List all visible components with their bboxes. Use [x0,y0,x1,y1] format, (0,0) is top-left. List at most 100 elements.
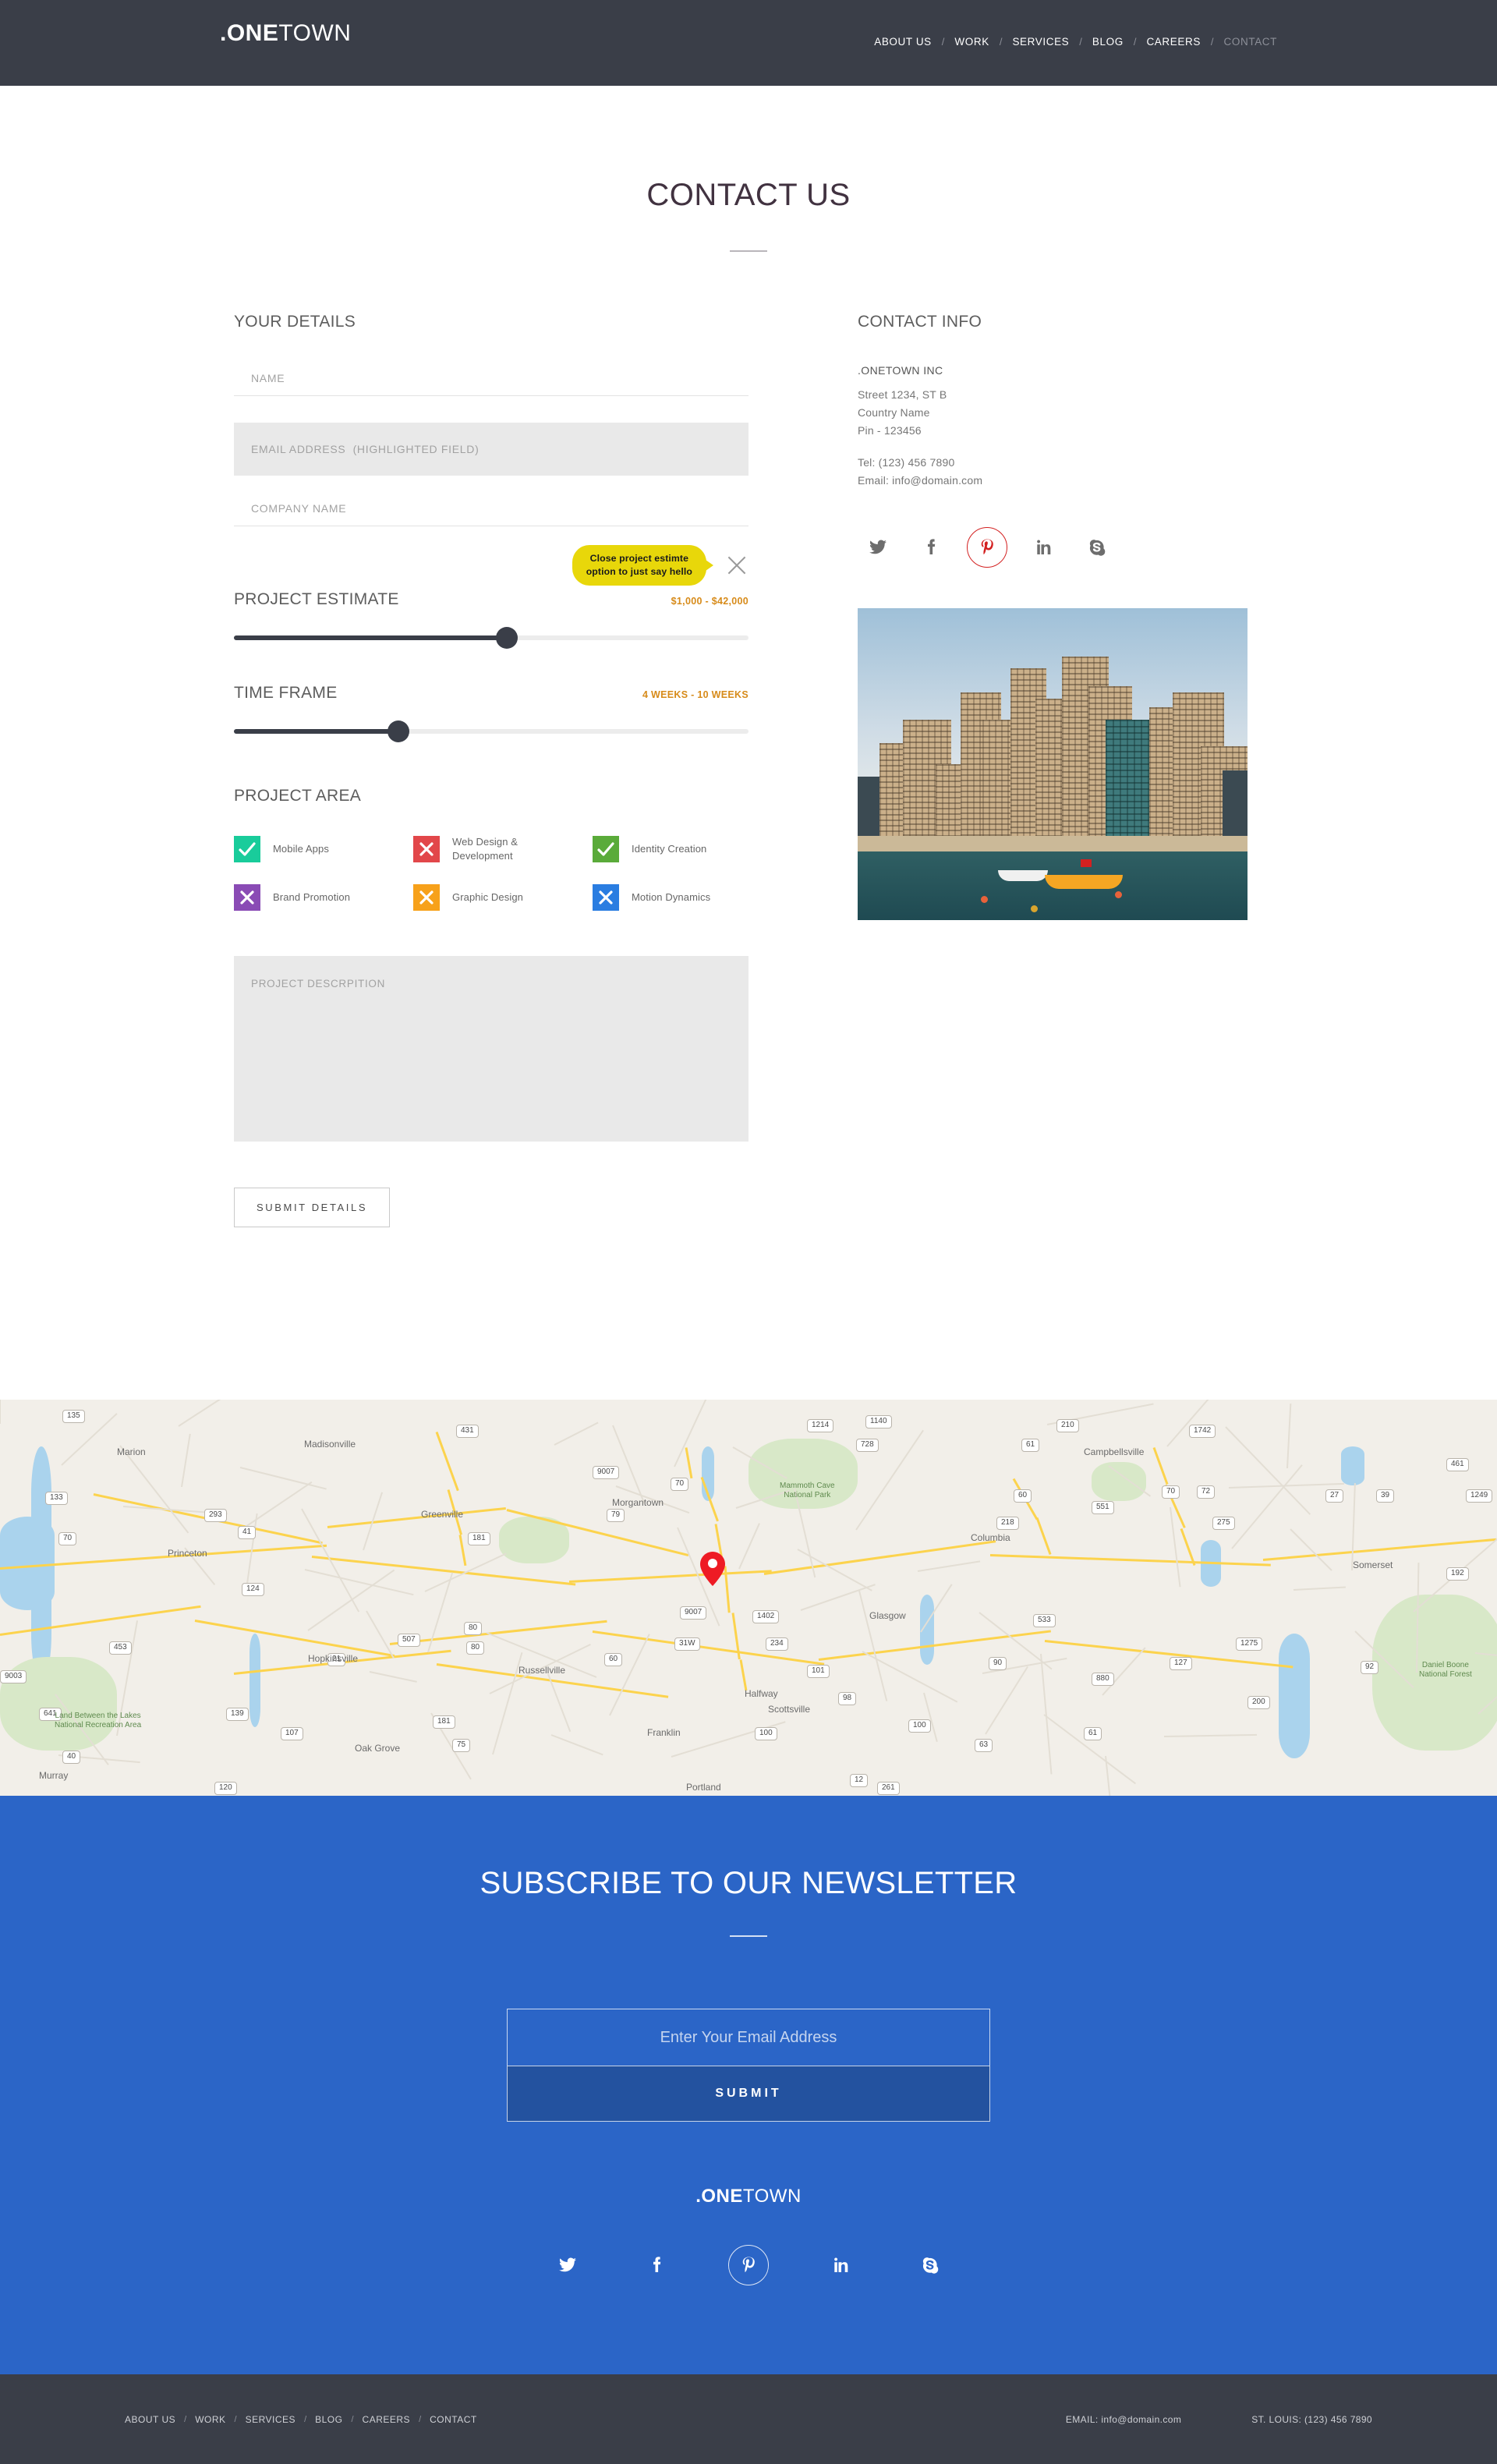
cross-icon[interactable] [413,835,440,862]
project-estimate-label: PROJECT ESTIMATE [234,590,399,608]
submit-details-button[interactable]: SUBMIT DETAILS [234,1188,391,1228]
project-estimate-fill [234,635,507,640]
check-icon[interactable] [593,835,619,862]
map-road [1286,1404,1292,1469]
map-route-shield: 1742 [1189,1425,1216,1438]
project-area-option[interactable]: Web Design & Development [413,835,593,862]
newsletter-title: SUBSCRIBE TO OUR NEWSLETTER [480,1866,1017,1900]
cross-icon[interactable] [593,884,619,912]
map-route-shield: 100 [908,1719,931,1733]
pinterest-icon[interactable] [967,527,1007,568]
footer-nav-item-careers[interactable]: CAREERS [363,2414,411,2425]
check-icon[interactable] [234,835,260,862]
map-route-shield: 551 [1092,1501,1114,1514]
email-input[interactable] [234,423,748,476]
project-area-label: Motion Dynamics [632,891,711,904]
footer-bar: ABOUT US / WORK / SERVICES / BLOG / CAREERS / CONT… [0,2374,1497,2464]
name-input[interactable] [234,364,748,396]
footer-nav-item-services[interactable]: SERVICES [246,2414,296,2425]
linkedin-icon[interactable] [1021,527,1062,568]
map-route-shield: 100 [755,1727,777,1740]
nav-item-services[interactable]: SERVICES [1012,36,1069,48]
pinterest-icon[interactable] [728,2245,769,2285]
project-description-input[interactable] [234,956,748,1142]
map-city-label: Portland [686,1782,721,1793]
map-park-label: Mammoth Cave National Park [780,1482,835,1499]
nav-item-blog[interactable]: BLOG [1092,36,1124,48]
map-route-shield: 9007 [680,1606,707,1620]
map-road [923,1692,938,1743]
map-route-shield: 60 [1014,1489,1032,1503]
contact-info-column: CONTACT INFO .ONETOWN INC Street 1234, S… [858,313,1263,1227]
map-route-shield: 107 [281,1727,303,1740]
map-marker-icon[interactable] [700,1552,725,1586]
newsletter-divider [730,1935,767,1937]
linkedin-icon[interactable] [819,2245,859,2285]
map-route-shield: 1275 [1236,1637,1263,1651]
map-route-shield: 1214 [807,1419,834,1432]
nav-item-contact[interactable]: CONTACT [1224,36,1277,48]
project-area-label: Mobile Apps [273,842,329,855]
location-map[interactable]: 135 133 431 293 70 41 181 79 9007 70 1214 1140 728 61… [0,1400,1497,1796]
site-logo[interactable]: .ONETOWN [220,20,351,47]
map-city-label: Hopkinsville [308,1653,359,1664]
map-route-shield: 61 [1021,1439,1040,1452]
skype-icon[interactable] [909,2245,950,2285]
map-route-shield: 80 [464,1622,483,1635]
facebook-icon[interactable] [912,527,953,568]
time-frame-handle[interactable] [388,720,410,742]
twitter-icon[interactable] [858,527,898,568]
map-road [435,1431,459,1492]
time-frame-track[interactable] [234,720,748,742]
facebook-icon[interactable] [638,2245,678,2285]
nav-item-about-us[interactable]: ABOUT US [874,36,932,48]
twitter-icon[interactable] [547,2245,588,2285]
map-city-label: Morgantown [612,1497,664,1508]
footer-nav-item-contact[interactable]: CONTACT [430,2414,477,2425]
skype-icon[interactable] [1076,527,1117,568]
newsletter-email-input[interactable] [507,2009,990,2066]
map-city-label: Scottsville [768,1704,811,1715]
cross-icon[interactable] [413,884,440,912]
project-area-label: Identity Creation [632,842,707,855]
footer-logo[interactable]: .ONETOWN [0,2186,1497,2207]
project-estimate-track[interactable] [234,627,748,649]
project-area-option[interactable]: Mobile Apps [234,835,413,862]
project-area-option[interactable]: Motion Dynamics [593,884,772,912]
project-estimate-handle[interactable] [495,627,518,649]
map-road [550,1734,603,1756]
map-route-shield: 1140 [865,1415,892,1428]
close-estimate-tooltip: Close project estimte option to just say… [572,545,714,586]
nav-item-careers[interactable]: CAREERS [1146,36,1200,48]
company-input[interactable] [234,494,748,526]
name-field-wrap [234,364,748,396]
map-city-label: Marion [117,1446,146,1457]
map-road [1163,1733,1257,1737]
footer-nav-item-about-us[interactable]: ABOUT US [125,2414,175,2425]
newsletter-submit-button[interactable]: SUBMIT [507,2066,990,2122]
footer-nav-item-work[interactable]: WORK [195,2414,225,2425]
nav-item-work[interactable]: WORK [954,36,989,48]
close-icon[interactable] [725,554,748,577]
map-route-shield: 9007 [593,1466,620,1479]
cross-icon[interactable] [234,884,260,912]
map-route-shield: 63 [975,1739,993,1752]
map-city-label: Greenville [421,1509,464,1520]
project-area-option[interactable]: Identity Creation [593,835,772,862]
map-road [1040,1653,1053,1775]
footer-nav-item-blog[interactable]: BLOG [315,2414,342,2425]
map-route-shield: 507 [398,1634,420,1647]
nav-separator: / [941,36,945,48]
project-area-option[interactable]: Brand Promotion [234,884,413,912]
map-water [1279,1634,1310,1758]
map-road [1231,1464,1303,1549]
project-area-option[interactable]: Graphic Design [413,884,593,912]
time-frame-value: 4 WEEKS - 10 WEEKS [642,689,748,700]
address-line-3: Pin - 123456 [858,424,922,437]
your-details-column: YOUR DETAILS Close project estimte optio… [234,313,748,1228]
map-road [1262,1538,1496,1561]
map-route-shield: 880 [1092,1673,1114,1686]
company-name: .ONETOWN INC [858,364,943,377]
map-route-shield: 92 [1361,1661,1379,1674]
